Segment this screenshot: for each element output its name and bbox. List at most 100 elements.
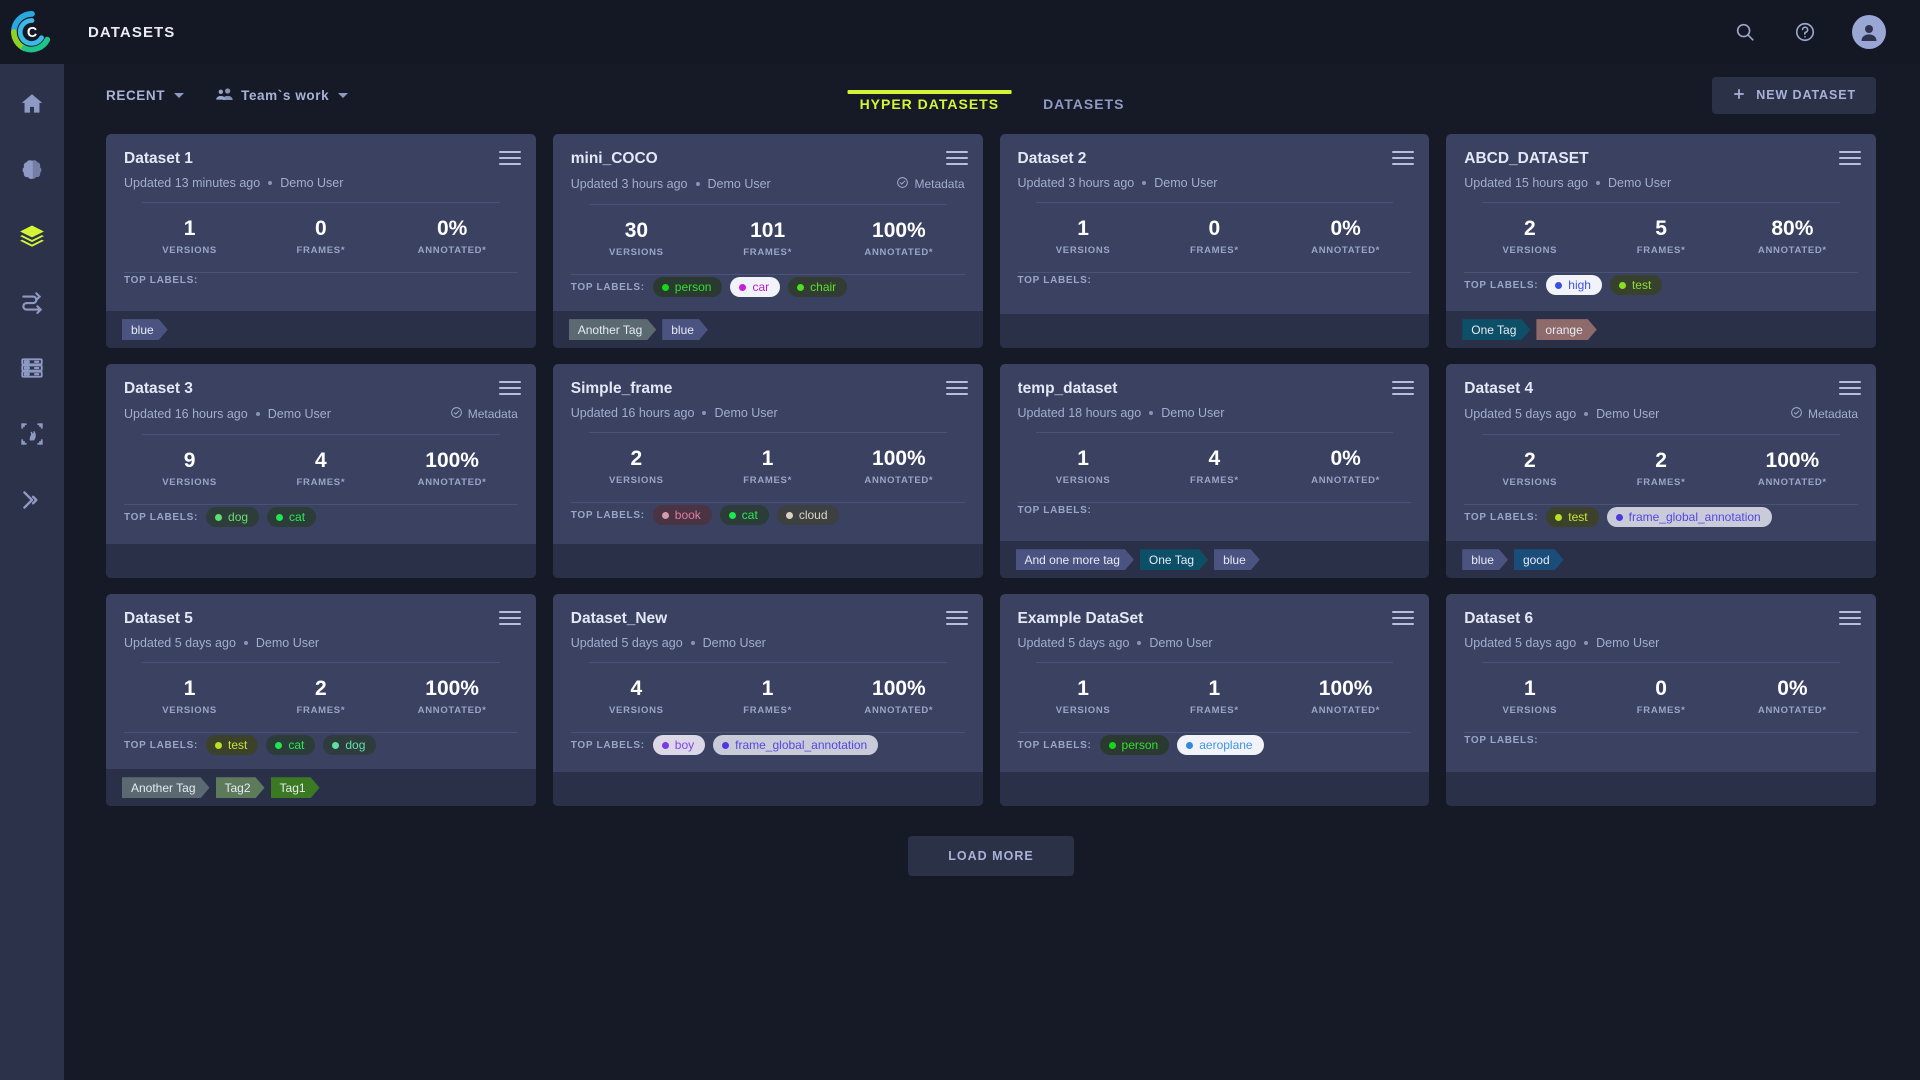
label-pill[interactable]: high xyxy=(1546,275,1602,296)
tag-chip[interactable]: One Tag xyxy=(1462,319,1530,340)
label-pill[interactable]: dog xyxy=(323,735,377,756)
label-pill[interactable]: test xyxy=(206,735,259,756)
tag-chip[interactable]: And one more tag xyxy=(1016,549,1134,570)
tag-chip[interactable]: One Tag xyxy=(1140,549,1208,570)
metadata-badge-label: Metadata xyxy=(914,177,965,191)
dataset-card[interactable]: Simple_frame Updated 16 hours ago Demo U… xyxy=(552,364,983,579)
card-menu-icon[interactable] xyxy=(945,149,968,167)
sidebar-item-brain[interactable] xyxy=(14,152,50,188)
label-pill[interactable]: cat xyxy=(267,507,317,528)
label-pill[interactable]: dog xyxy=(206,507,260,528)
owner-name: Demo User xyxy=(1149,636,1213,651)
top-labels-caption: TOP LABELS: xyxy=(124,275,199,287)
label-pill[interactable]: cat xyxy=(266,735,316,756)
stat-frames-label: FRAMES* xyxy=(1190,705,1239,717)
tag-chip[interactable]: blue xyxy=(662,319,708,340)
label-pill[interactable]: car xyxy=(730,277,781,298)
sidebar-item-home[interactable] xyxy=(14,86,50,122)
dataset-card[interactable]: temp_dataset Updated 18 hours ago Demo U… xyxy=(999,364,1430,579)
divider xyxy=(142,434,500,436)
tag-chip[interactable]: Another Tag xyxy=(122,777,210,798)
card-stats: 1 VERSIONS 0 FRAMES* 0% ANNOTATED* xyxy=(106,203,536,272)
card-menu-icon[interactable] xyxy=(1839,609,1861,627)
label-pill[interactable]: frame_global_annotation xyxy=(1606,507,1772,528)
label-pill[interactable]: aeroplane xyxy=(1177,735,1264,756)
label-pill[interactable]: frame_global_annotation xyxy=(713,735,879,756)
dataset-card[interactable]: Dataset 5 Updated 5 days ago Demo User 1… xyxy=(106,594,536,807)
top-labels-caption: TOP LABELS: xyxy=(1017,505,1092,517)
sidebar-item-annotations[interactable] xyxy=(14,416,50,452)
tag-chip[interactable]: good xyxy=(1514,549,1564,570)
label-pill[interactable]: test xyxy=(1609,275,1663,296)
label-color-dot xyxy=(661,511,669,519)
label-pill[interactable]: boy xyxy=(652,735,706,756)
tag-chip[interactable]: blue xyxy=(1214,549,1260,570)
user-avatar-icon[interactable] xyxy=(1852,15,1886,49)
dataset-card[interactable]: Dataset 2 Updated 3 hours ago Demo User … xyxy=(999,134,1430,349)
dataset-card[interactable]: Dataset 3 Updated 16 hours ago Demo User… xyxy=(106,364,536,579)
stat-annotated: 0% ANNOTATED* xyxy=(1727,677,1858,716)
card-menu-icon[interactable] xyxy=(1839,149,1861,167)
label-pill[interactable]: person xyxy=(652,277,723,298)
card-menu-icon[interactable] xyxy=(498,609,521,627)
label-pill-text: dog xyxy=(345,738,366,753)
tag-chip[interactable]: Tag2 xyxy=(216,777,265,798)
card-menu-icon[interactable] xyxy=(1392,379,1415,397)
card-menu-icon[interactable] xyxy=(945,609,968,627)
tag-chip[interactable]: orange xyxy=(1536,319,1596,340)
card-menu-icon[interactable] xyxy=(498,149,521,167)
dataset-grid-scroll[interactable]: Dataset 1 Updated 13 minutes ago Demo Us… xyxy=(64,126,1920,1080)
label-pill[interactable]: chair xyxy=(788,277,848,298)
card-stats: 1 VERSIONS 4 FRAMES* 0% ANNOTATED* xyxy=(1000,433,1430,502)
new-dataset-button[interactable]: NEW DATASET xyxy=(1712,76,1876,114)
tag-chip[interactable]: blue xyxy=(122,319,168,340)
card-menu-icon[interactable] xyxy=(1392,149,1415,167)
tag-chip[interactable]: blue xyxy=(1462,549,1508,570)
dataset-card[interactable]: Dataset 4 Updated 5 days ago Demo User M… xyxy=(1446,364,1876,579)
sort-filter-dropdown[interactable]: RECENT xyxy=(106,88,185,103)
sidebar-item-deploy[interactable] xyxy=(14,482,50,518)
dataset-card-title: mini_COCO xyxy=(570,150,658,167)
dataset-card[interactable]: Dataset 6 Updated 5 days ago Demo User 1… xyxy=(1446,594,1876,807)
label-pill[interactable]: book xyxy=(652,505,712,526)
tab-hyper-datasets[interactable]: HYPER DATASETS xyxy=(838,90,1022,126)
tag-chip[interactable]: Tag1 xyxy=(271,777,320,798)
card-menu-icon[interactable] xyxy=(945,379,968,397)
dataset-card[interactable]: Dataset 1 Updated 13 minutes ago Demo Us… xyxy=(106,134,536,349)
dataset-card[interactable]: ABCD_DATASET Updated 15 hours ago Demo U… xyxy=(1446,134,1876,349)
divider xyxy=(588,204,947,205)
label-pill[interactable]: test xyxy=(1546,507,1599,528)
dataset-card[interactable]: Dataset_New Updated 5 days ago Demo User… xyxy=(552,594,983,807)
divider xyxy=(1035,662,1394,664)
card-subtitle: Updated 18 hours ago Demo User xyxy=(1018,406,1412,420)
tag-chip[interactable]: Another Tag xyxy=(569,319,657,340)
card-subtitle: Updated 16 hours ago Demo User xyxy=(571,406,965,420)
stat-frames-label: FRAMES* xyxy=(1636,705,1686,717)
sidebar-item-pipelines[interactable] xyxy=(14,284,50,320)
separator-dot-icon xyxy=(702,411,707,416)
stat-frames-label: FRAMES* xyxy=(296,705,346,717)
tab-hyper-datasets-label: HYPER DATASETS xyxy=(859,96,1000,112)
label-pill[interactable]: cloud xyxy=(776,505,839,526)
card-menu-icon[interactable] xyxy=(1392,609,1415,627)
top-labels-caption: TOP LABELS: xyxy=(1464,511,1539,523)
check-circle-icon xyxy=(450,406,463,422)
sidebar-item-datasets[interactable] xyxy=(14,218,50,254)
sidebar-item-compute[interactable] xyxy=(14,350,50,386)
top-labels-caption: TOP LABELS: xyxy=(570,509,645,521)
dataset-card[interactable]: Example DataSet Updated 5 days ago Demo … xyxy=(999,594,1430,807)
top-labels-row: TOP LABELS: xyxy=(1000,273,1430,300)
load-more-button[interactable]: LOAD MORE xyxy=(908,836,1074,877)
scope-filter-dropdown[interactable]: Team`s work xyxy=(214,85,349,105)
dataset-card[interactable]: mini_COCO Updated 3 hours ago Demo User … xyxy=(552,134,983,349)
label-pill[interactable]: cat xyxy=(719,505,769,526)
card-menu-icon[interactable] xyxy=(1839,379,1861,397)
dataset-grid: Dataset 1 Updated 13 minutes ago Demo Us… xyxy=(106,126,1876,807)
brand-logo[interactable]: C xyxy=(0,0,64,64)
label-pill[interactable]: person xyxy=(1099,735,1170,756)
dataset-card-title: ABCD_DATASET xyxy=(1464,150,1589,167)
search-icon[interactable] xyxy=(1732,19,1758,45)
tab-datasets[interactable]: DATASETS xyxy=(1021,96,1146,126)
card-menu-icon[interactable] xyxy=(498,379,521,397)
help-icon[interactable] xyxy=(1792,19,1818,45)
